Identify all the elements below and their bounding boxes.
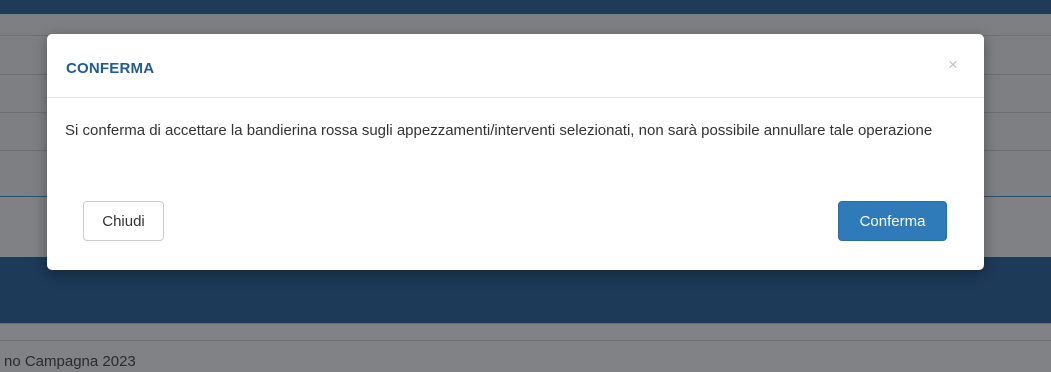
page: no Campagna 2023 CONFERMA × Si conferma … xyxy=(0,0,1051,372)
background-top-bar xyxy=(0,0,1051,14)
campaign-label: no Campagna 2023 xyxy=(4,353,136,370)
background-footer xyxy=(0,323,1051,372)
background-footer-divider xyxy=(0,340,1051,341)
close-icon[interactable]: × xyxy=(942,54,964,76)
dialog-message: Si conferma di accettare la bandierina r… xyxy=(65,122,933,139)
close-button[interactable]: Chiudi xyxy=(83,201,164,241)
dialog-header: CONFERMA × xyxy=(47,34,984,98)
confirm-button[interactable]: Conferma xyxy=(838,201,947,241)
confirm-dialog: CONFERMA × Si conferma di accettare la b… xyxy=(47,34,984,270)
dialog-title: CONFERMA xyxy=(66,60,155,77)
